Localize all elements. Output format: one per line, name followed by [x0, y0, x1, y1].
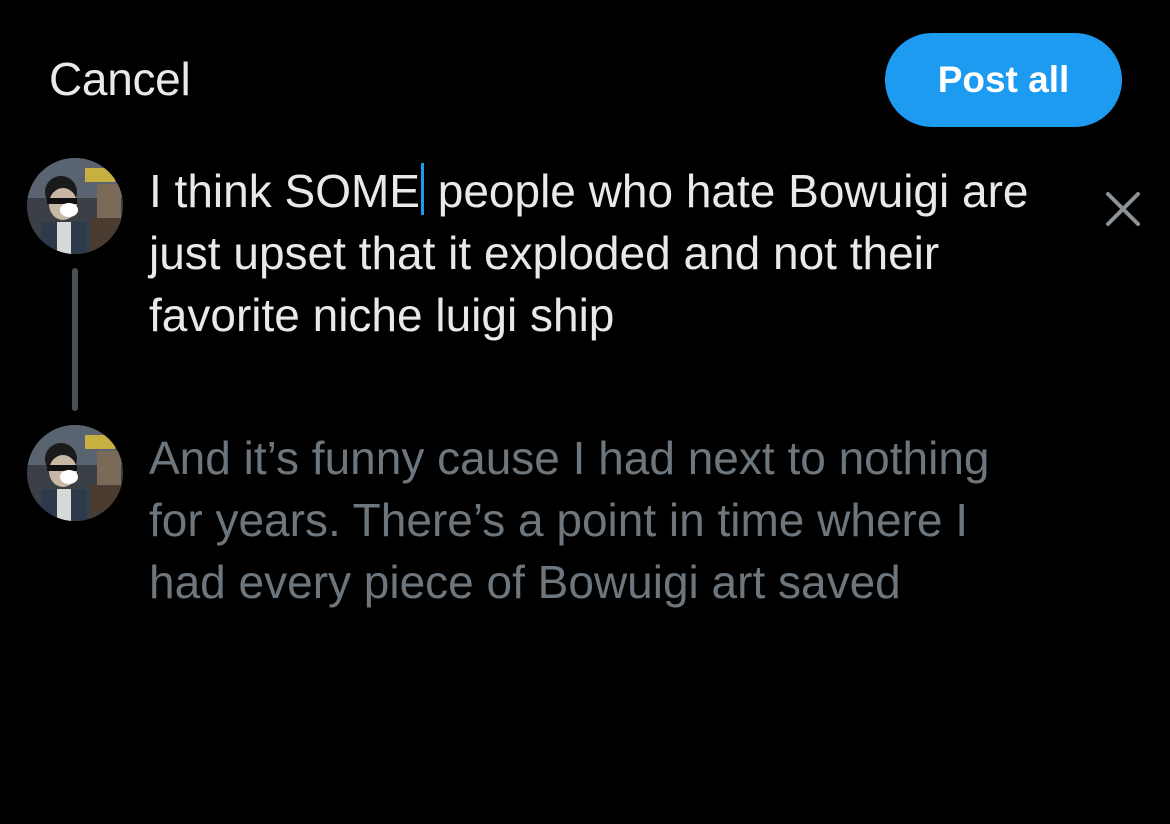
user-avatar-image [27, 158, 123, 254]
avatar[interactable] [27, 425, 123, 521]
close-icon [1106, 192, 1140, 226]
compose-header: Cancel Post all [0, 0, 1170, 140]
thread-connector-line [72, 268, 78, 411]
user-avatar-image [27, 425, 123, 521]
tweet-input-2[interactable]: And it’s funny cause I had next to nothi… [149, 427, 1049, 613]
text-caret [420, 163, 424, 215]
remove-tweet-button[interactable] [1100, 186, 1146, 232]
tweet-input-1[interactable]: I think SOME people who hate Bowuigi are… [149, 160, 1049, 346]
tweet-text-before-caret: I think SOME [149, 165, 420, 217]
avatar[interactable] [27, 158, 123, 254]
post-all-button[interactable]: Post all [885, 33, 1122, 127]
cancel-button[interactable]: Cancel [49, 52, 191, 106]
